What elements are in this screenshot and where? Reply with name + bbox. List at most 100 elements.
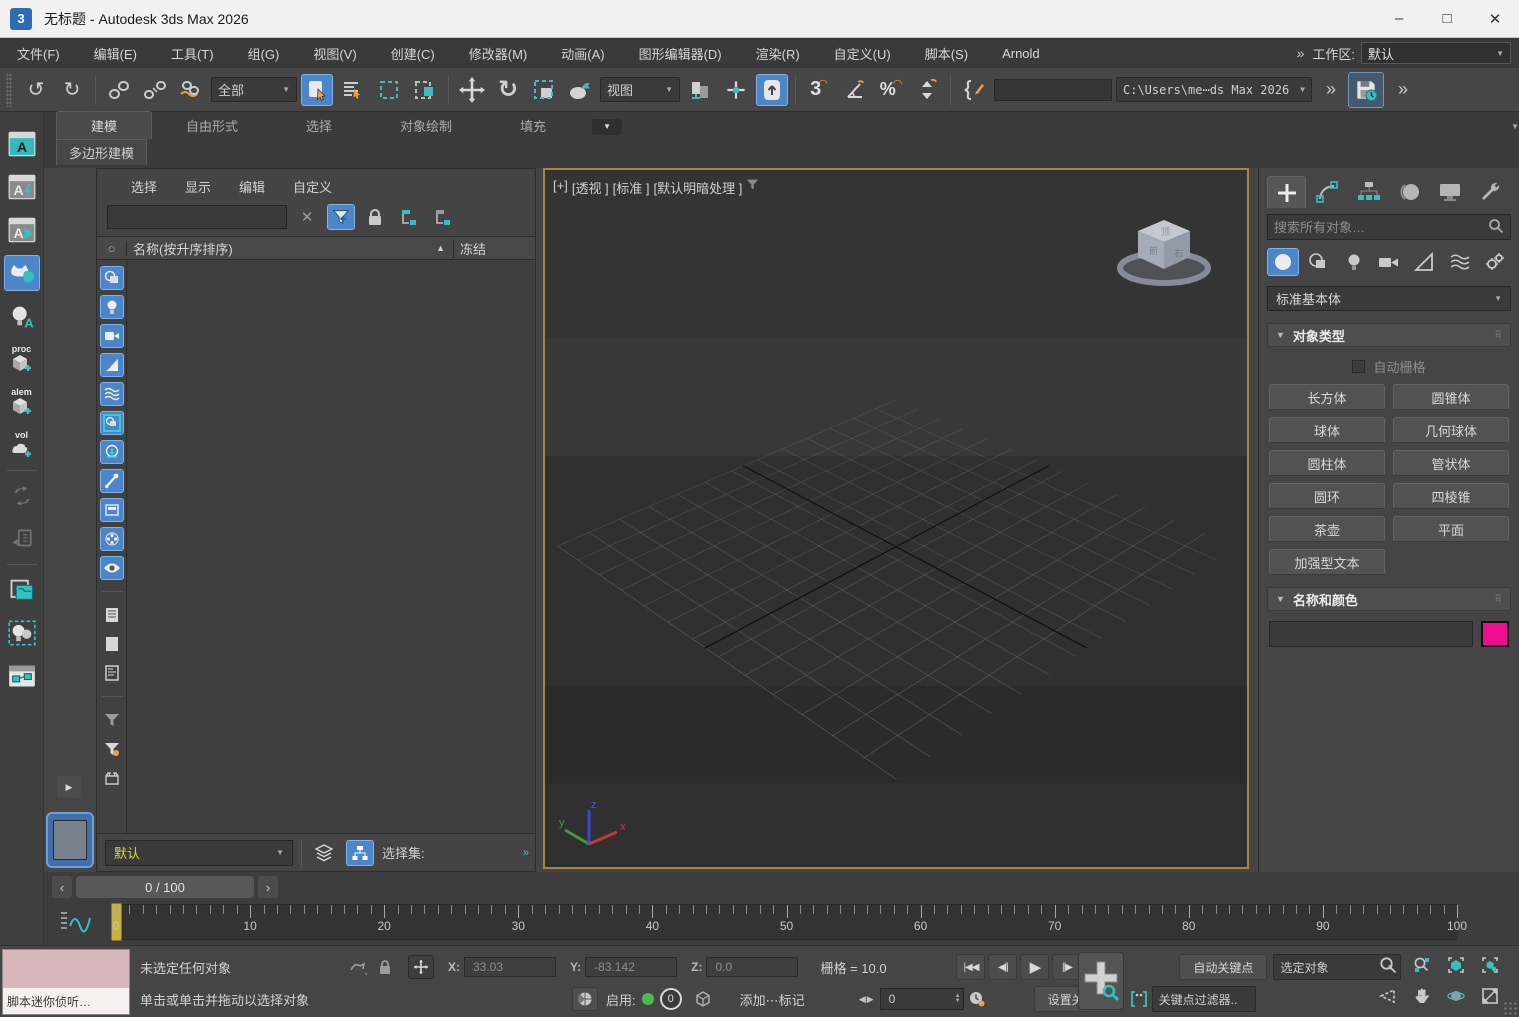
isolate-selection-icon[interactable] — [572, 987, 598, 1011]
explorer-flyout-button[interactable]: ▶ — [57, 776, 81, 798]
percent-snap-icon[interactable]: %◠ — [875, 74, 907, 106]
polygon-modeling-panel-tab[interactable]: 多边形建模 — [56, 139, 147, 166]
perspective-viewport[interactable]: [+] [透视 ] [标准 ] [默认明暗处理 ] 前 右 顶 y — [543, 168, 1249, 869]
ribbon-minimize-icon[interactable]: ▼ — [592, 119, 622, 135]
filter-funnel-icon[interactable] — [327, 204, 355, 230]
modify-tab[interactable] — [1308, 176, 1347, 208]
type-column-header[interactable]: ○ — [97, 241, 127, 256]
viewport-pov-menu[interactable]: [透视 ] — [572, 178, 609, 197]
window-a-icon[interactable]: A — [4, 126, 40, 162]
autogrid-checkbox[interactable] — [1352, 360, 1365, 373]
search-icon[interactable] — [1488, 218, 1504, 237]
bind-spacewarp-icon[interactable] — [175, 74, 207, 106]
menu-item[interactable]: 渲染(R) — [739, 38, 817, 68]
selection-lock-flyout-icon[interactable] — [346, 955, 372, 979]
toggle-particles-icon[interactable] — [100, 527, 124, 551]
primitive-button[interactable]: 圆环 — [1269, 483, 1385, 509]
render-preview-icon[interactable] — [4, 255, 40, 291]
menu-item[interactable]: 文件(F) — [0, 38, 77, 68]
previous-frame-button[interactable]: ◀|| — [988, 954, 1017, 980]
minimize-button[interactable]: – — [1375, 0, 1423, 37]
archive-icon[interactable] — [100, 766, 124, 790]
isolate-count-button[interactable]: 0 — [660, 988, 682, 1010]
object-color-swatch[interactable] — [1481, 621, 1509, 647]
window-resize-grip[interactable] — [1503, 1001, 1517, 1015]
maximize-button[interactable]: □ — [1423, 0, 1471, 37]
field-of-view-icon[interactable] — [1372, 982, 1403, 1010]
primitive-button[interactable]: 球体 — [1269, 417, 1385, 443]
toolbar-overflow-icon[interactable]: » — [1326, 79, 1334, 100]
viewport-filter-icon[interactable] — [746, 178, 759, 197]
ribbon-tab[interactable]: 选择 — [272, 112, 366, 139]
unlink-icon[interactable] — [139, 74, 171, 106]
geometry-category-icon[interactable] — [1267, 248, 1299, 276]
mini-script-listener[interactable]: 脚本迷你侦听… — [2, 949, 130, 1015]
light-lister-icon[interactable]: A — [4, 298, 40, 334]
viewport-shading-menu[interactable]: [默认明暗处理 ] — [654, 178, 743, 197]
toolbar-grip[interactable] — [6, 73, 12, 107]
undo-icon[interactable]: ↺ — [20, 74, 52, 106]
auto-key-button[interactable]: 自动关键点 — [1179, 954, 1267, 980]
explorer-menu-item[interactable]: 自定义 — [281, 175, 344, 198]
save-scene-icon[interactable] — [1348, 72, 1384, 108]
lock-icon[interactable] — [361, 204, 389, 230]
close-button[interactable]: ✕ — [1471, 0, 1519, 37]
menu-item[interactable]: 组(G) — [231, 38, 297, 68]
object-name-input[interactable] — [1269, 621, 1473, 647]
toggle-geometry-icon[interactable] — [100, 266, 124, 290]
material-sample-slot[interactable] — [46, 812, 94, 868]
menu-item[interactable]: 脚本(S) — [908, 38, 985, 68]
window-crossing-icon[interactable] — [409, 74, 441, 106]
detail-view-icon[interactable] — [100, 661, 124, 685]
explorer-menu-item[interactable]: 显示 — [173, 175, 223, 198]
spinner-snap-icon[interactable] — [911, 74, 943, 106]
select-manipulate-icon[interactable] — [720, 74, 752, 106]
list-view-icon[interactable] — [100, 603, 124, 627]
scene-object-list[interactable] — [127, 260, 535, 833]
toggle-bones-icon[interactable] — [100, 469, 124, 493]
view-cube[interactable]: 前 右 顶 — [1109, 208, 1219, 303]
cameras-category-icon[interactable] — [1373, 248, 1405, 276]
ribbon-tab[interactable]: 建模 — [56, 111, 152, 139]
collapse-tree-icon[interactable] — [429, 204, 457, 230]
selection-preview-icon[interactable] — [690, 987, 716, 1011]
layers-mode-icon[interactable] — [310, 840, 338, 866]
motion-tab[interactable] — [1390, 176, 1429, 208]
z-coordinate-field[interactable]: 0.0 — [706, 957, 798, 977]
primitive-button[interactable]: 四棱锥 — [1393, 483, 1509, 509]
zoom-icon[interactable] — [1372, 951, 1403, 979]
primitive-button[interactable]: 平面 — [1393, 516, 1509, 542]
menu-item[interactable]: 工具(T) — [154, 38, 231, 68]
select-rotate-icon[interactable]: ↻ — [492, 74, 524, 106]
explorer-overflow-icon[interactable]: » — [523, 847, 527, 859]
snap-toggle-3d-icon[interactable]: 3◠ — [803, 74, 835, 106]
absolute-mode-icon[interactable] — [408, 955, 434, 979]
primitive-button[interactable]: 加强型文本 — [1269, 549, 1385, 575]
toggle-spacewarps-icon[interactable] — [100, 382, 124, 406]
selection-filter-dropdown[interactable]: 全部 ▼ — [211, 77, 297, 102]
key-mode-toggle-icon[interactable] — [1126, 987, 1152, 1011]
select-object-icon[interactable] — [301, 74, 333, 106]
systems-category-icon[interactable] — [1479, 248, 1511, 276]
frozen-column-header[interactable]: 冻结 — [453, 239, 535, 258]
viewport-general-menu[interactable]: [+] — [553, 178, 568, 197]
explorer-menu-item[interactable]: 选择 — [119, 175, 169, 198]
primitive-button[interactable]: 圆锥体 — [1393, 384, 1509, 410]
track-bar-ruler[interactable]: 0102030405060708090100 — [116, 904, 1457, 940]
select-by-name-icon[interactable] — [337, 74, 369, 106]
explorer-search-input[interactable] — [107, 205, 287, 229]
hierarchy-mode-icon[interactable] — [346, 840, 374, 866]
maximize-viewport-icon[interactable] — [1474, 982, 1505, 1010]
filter-settings-icon[interactable] — [100, 737, 124, 761]
rect-selection-region-icon[interactable] — [373, 74, 405, 106]
mini-curve-editor-icon[interactable] — [58, 908, 94, 937]
display-tab[interactable] — [1431, 176, 1470, 208]
toggle-shapes-icon[interactable] — [100, 498, 124, 522]
zoom-extents-all-icon[interactable] — [1474, 951, 1505, 979]
filter-icon[interactable] — [100, 708, 124, 732]
create-tab[interactable] — [1267, 176, 1306, 208]
toggle-lights-icon[interactable] — [100, 295, 124, 319]
menu-overflow-icon[interactable]: » — [1297, 45, 1303, 61]
workspace-dropdown[interactable]: 默认 ▼ — [1361, 42, 1511, 64]
next-frame-button[interactable]: › — [258, 876, 278, 898]
